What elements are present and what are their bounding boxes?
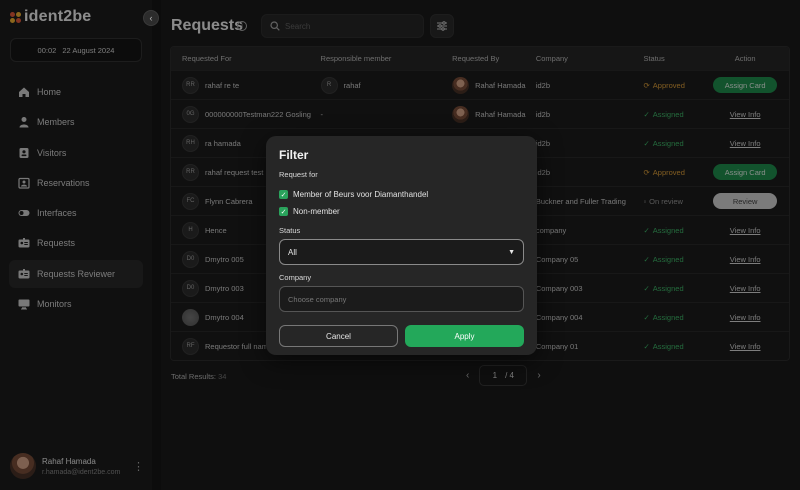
company-input[interactable] [279,286,524,312]
request-for-label: Request for [279,170,318,179]
member-option[interactable]: ✓ Member of Beurs voor Diamanthandel [279,190,524,199]
collapse-sidebar-button[interactable]: ‹ [143,10,159,26]
caret-down-icon: ▼ [508,248,515,256]
company-label: Company [279,273,312,282]
status-select[interactable]: All ▼ [279,239,524,265]
cancel-button[interactable]: Cancel [279,325,398,347]
checkbox-checked-icon[interactable]: ✓ [279,207,288,216]
status-label: Status [279,226,301,235]
modal-title: Filter [279,148,309,162]
checkbox-checked-icon[interactable]: ✓ [279,190,288,199]
non-member-option[interactable]: ✓ Non-member [279,207,524,216]
chevron-left-icon: ‹ [149,13,153,23]
option-label: Non-member [293,207,340,216]
apply-button[interactable]: Apply [405,325,524,347]
filter-modal: Filter Request for ✓ Member of Beurs voo… [266,136,537,355]
status-select-value: All [288,247,297,257]
app-window: ident2be 00:02 22 August 2024 Home Membe… [0,0,800,490]
option-label: Member of Beurs voor Diamanthandel [293,190,429,199]
